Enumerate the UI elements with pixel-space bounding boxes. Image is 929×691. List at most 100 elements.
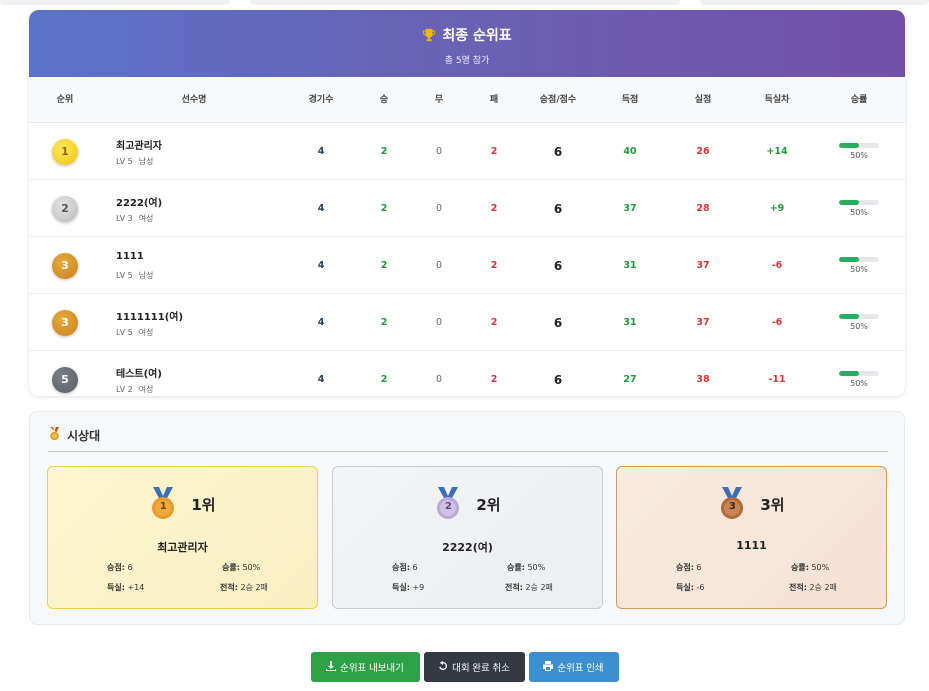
player-name: 1111111(여) xyxy=(116,312,184,323)
win-rate-text: 50% xyxy=(850,379,868,388)
export-standings-label: 순위표 내보내기 xyxy=(340,663,404,674)
col-losses[interactable]: 패 xyxy=(479,77,509,123)
win-rate-text: 50% xyxy=(850,208,868,217)
print-standings-button[interactable]: 순위표 인쇄 xyxy=(528,652,619,682)
cell-points: 6 xyxy=(553,201,563,216)
col-goals-for[interactable]: 득점 xyxy=(615,77,645,123)
medal-icon: 1 xyxy=(149,487,177,521)
podium-title-wrap: 시상대 xyxy=(48,427,888,452)
col-points[interactable]: 승점/점수 xyxy=(528,77,588,123)
col-goal-diff[interactable]: 득실차 xyxy=(757,77,797,123)
win-rate-text: 50% xyxy=(850,265,868,274)
rank-badge: 3 xyxy=(52,309,78,336)
cell-games: 4 xyxy=(317,374,325,385)
player-level: LV 5 xyxy=(116,328,133,337)
cell-goals-for: 31 xyxy=(623,260,637,271)
table-row[interactable]: 3 1111 LV 5 남성 4 2 0 2 6 31 37 -6 50% xyxy=(29,237,905,294)
export-standings-button[interactable]: 순위표 내보내기 xyxy=(310,652,420,682)
cell-points: 6 xyxy=(553,144,563,159)
player-level: LV 5 xyxy=(116,157,133,166)
col-win-rate[interactable]: 승률 xyxy=(837,77,881,123)
player-gender: 여성 xyxy=(138,328,154,337)
player-level: LV 3 xyxy=(116,214,133,223)
player-gender: 남성 xyxy=(138,157,154,166)
player-meta: LV 3 여성 xyxy=(116,213,153,224)
cell-goals-against: 37 xyxy=(696,260,710,271)
win-rate-fill xyxy=(839,257,859,262)
medal-number: 2 xyxy=(444,501,452,512)
win-rate-bar xyxy=(839,143,879,148)
card-goal-diff: 득실: -6 xyxy=(676,583,705,592)
card-header: 1 1위 xyxy=(48,487,317,521)
col-wins[interactable]: 승 xyxy=(369,77,399,123)
cell-goals-against: 37 xyxy=(696,317,710,328)
card-player-name: 1111 xyxy=(736,539,767,552)
col-goals-against[interactable]: 실점 xyxy=(688,77,718,123)
win-rate-bar xyxy=(839,314,879,319)
col-games[interactable]: 경기수 xyxy=(299,77,343,123)
cell-goals-against: 26 xyxy=(696,146,710,157)
cell-losses: 2 xyxy=(490,374,498,385)
standings-title: 최종 순위표 xyxy=(442,28,512,44)
cell-rank: 2 xyxy=(52,180,78,237)
podium-card-3: 3 3위 1111 승점: 6 승률: 50% 득실: -6 전적: 2승 2패 xyxy=(616,466,887,609)
cell-goals-for: 31 xyxy=(623,317,637,328)
player-gender: 여성 xyxy=(138,214,154,223)
player-gender: 남성 xyxy=(138,271,154,280)
table-row[interactable]: 5 테스트(여) LV 2 여성 4 2 0 2 6 27 38 -11 50% xyxy=(29,351,905,396)
cell-goals-for: 37 xyxy=(623,203,637,214)
card-place: 3위 xyxy=(760,495,785,514)
col-rank[interactable]: 순위 xyxy=(45,77,85,123)
standings-panel: 최종 순위표 총 5명 참가 순위 선수명 경기수 승 무 패 승점/점수 득점… xyxy=(29,10,905,396)
cell-games: 4 xyxy=(317,260,325,271)
rank-badge: 1 xyxy=(52,138,78,165)
cell-goals-against: 38 xyxy=(696,374,710,385)
win-rate-text: 50% xyxy=(850,151,868,160)
player-meta: LV 5 남성 xyxy=(116,156,153,167)
cell-goal-diff: -11 xyxy=(768,374,786,385)
printer-icon xyxy=(543,660,554,674)
top-strip xyxy=(0,0,929,8)
card-place: 1위 xyxy=(191,495,216,514)
cell-games: 4 xyxy=(317,146,325,157)
player-meta: LV 2 여성 xyxy=(116,384,153,395)
cancel-completion-label: 대회 완료 취소 xyxy=(452,663,510,674)
cell-win-rate: 50% xyxy=(837,351,881,396)
table-header: 순위 선수명 경기수 승 무 패 승점/점수 득점 실점 득실차 승률 xyxy=(29,77,905,123)
cell-draws: 0 xyxy=(435,260,443,271)
card-points: 승점: 6 xyxy=(107,563,133,572)
podium-title: 시상대 xyxy=(67,429,101,443)
win-rate-fill xyxy=(839,371,859,376)
cell-rank: 3 xyxy=(52,237,78,294)
cell-draws: 0 xyxy=(435,146,443,157)
col-name[interactable]: 선수명 xyxy=(149,77,239,123)
cancel-completion-button[interactable]: 대회 완료 취소 xyxy=(423,652,525,682)
win-rate-fill xyxy=(839,143,859,148)
table-row[interactable]: 2 2222(여) LV 3 여성 4 2 0 2 6 37 28 +9 50% xyxy=(29,180,905,237)
action-buttons: 순위표 내보내기 대회 완료 취소 순위표 인쇄 xyxy=(0,652,929,682)
cell-wins: 2 xyxy=(380,146,388,157)
medal-icon: 3 xyxy=(718,487,746,521)
download-icon xyxy=(326,660,337,674)
cell-games: 4 xyxy=(317,317,325,328)
podium-card-2: 2 2위 2222(여) 승점: 6 승률: 50% 득실: +9 전적: 2승 2패 xyxy=(332,466,603,609)
card-goal-diff: 득실: +9 xyxy=(392,583,425,592)
podium-panel: 시상대 1 1위 최고관리자 승점: 6 승률: 50% 득실: +14 전적: 2승 2패… xyxy=(29,411,905,625)
win-rate-bar xyxy=(839,200,879,205)
cell-goal-diff: +9 xyxy=(769,203,785,214)
cell-draws: 0 xyxy=(435,203,443,214)
cell-rank: 5 xyxy=(52,351,78,396)
card-record: 전적: 2승 2패 xyxy=(789,583,837,592)
table-row[interactable]: 3 1111111(여) LV 5 여성 4 2 0 2 6 31 37 -6 50% xyxy=(29,294,905,351)
cell-points: 6 xyxy=(553,372,563,387)
win-rate-bar xyxy=(839,371,879,376)
player-meta: LV 5 남성 xyxy=(116,270,153,281)
cell-win-rate: 50% xyxy=(837,237,881,294)
player-level: LV 2 xyxy=(116,385,133,394)
card-record: 전적: 2승 2패 xyxy=(505,583,553,592)
col-draws[interactable]: 무 xyxy=(424,77,454,123)
table-row[interactable]: 1 최고관리자 LV 5 남성 4 2 0 2 6 40 26 +14 50% xyxy=(29,123,905,180)
rank-badge: 3 xyxy=(52,252,78,279)
player-gender: 여성 xyxy=(138,385,154,394)
win-rate-text: 50% xyxy=(850,322,868,331)
